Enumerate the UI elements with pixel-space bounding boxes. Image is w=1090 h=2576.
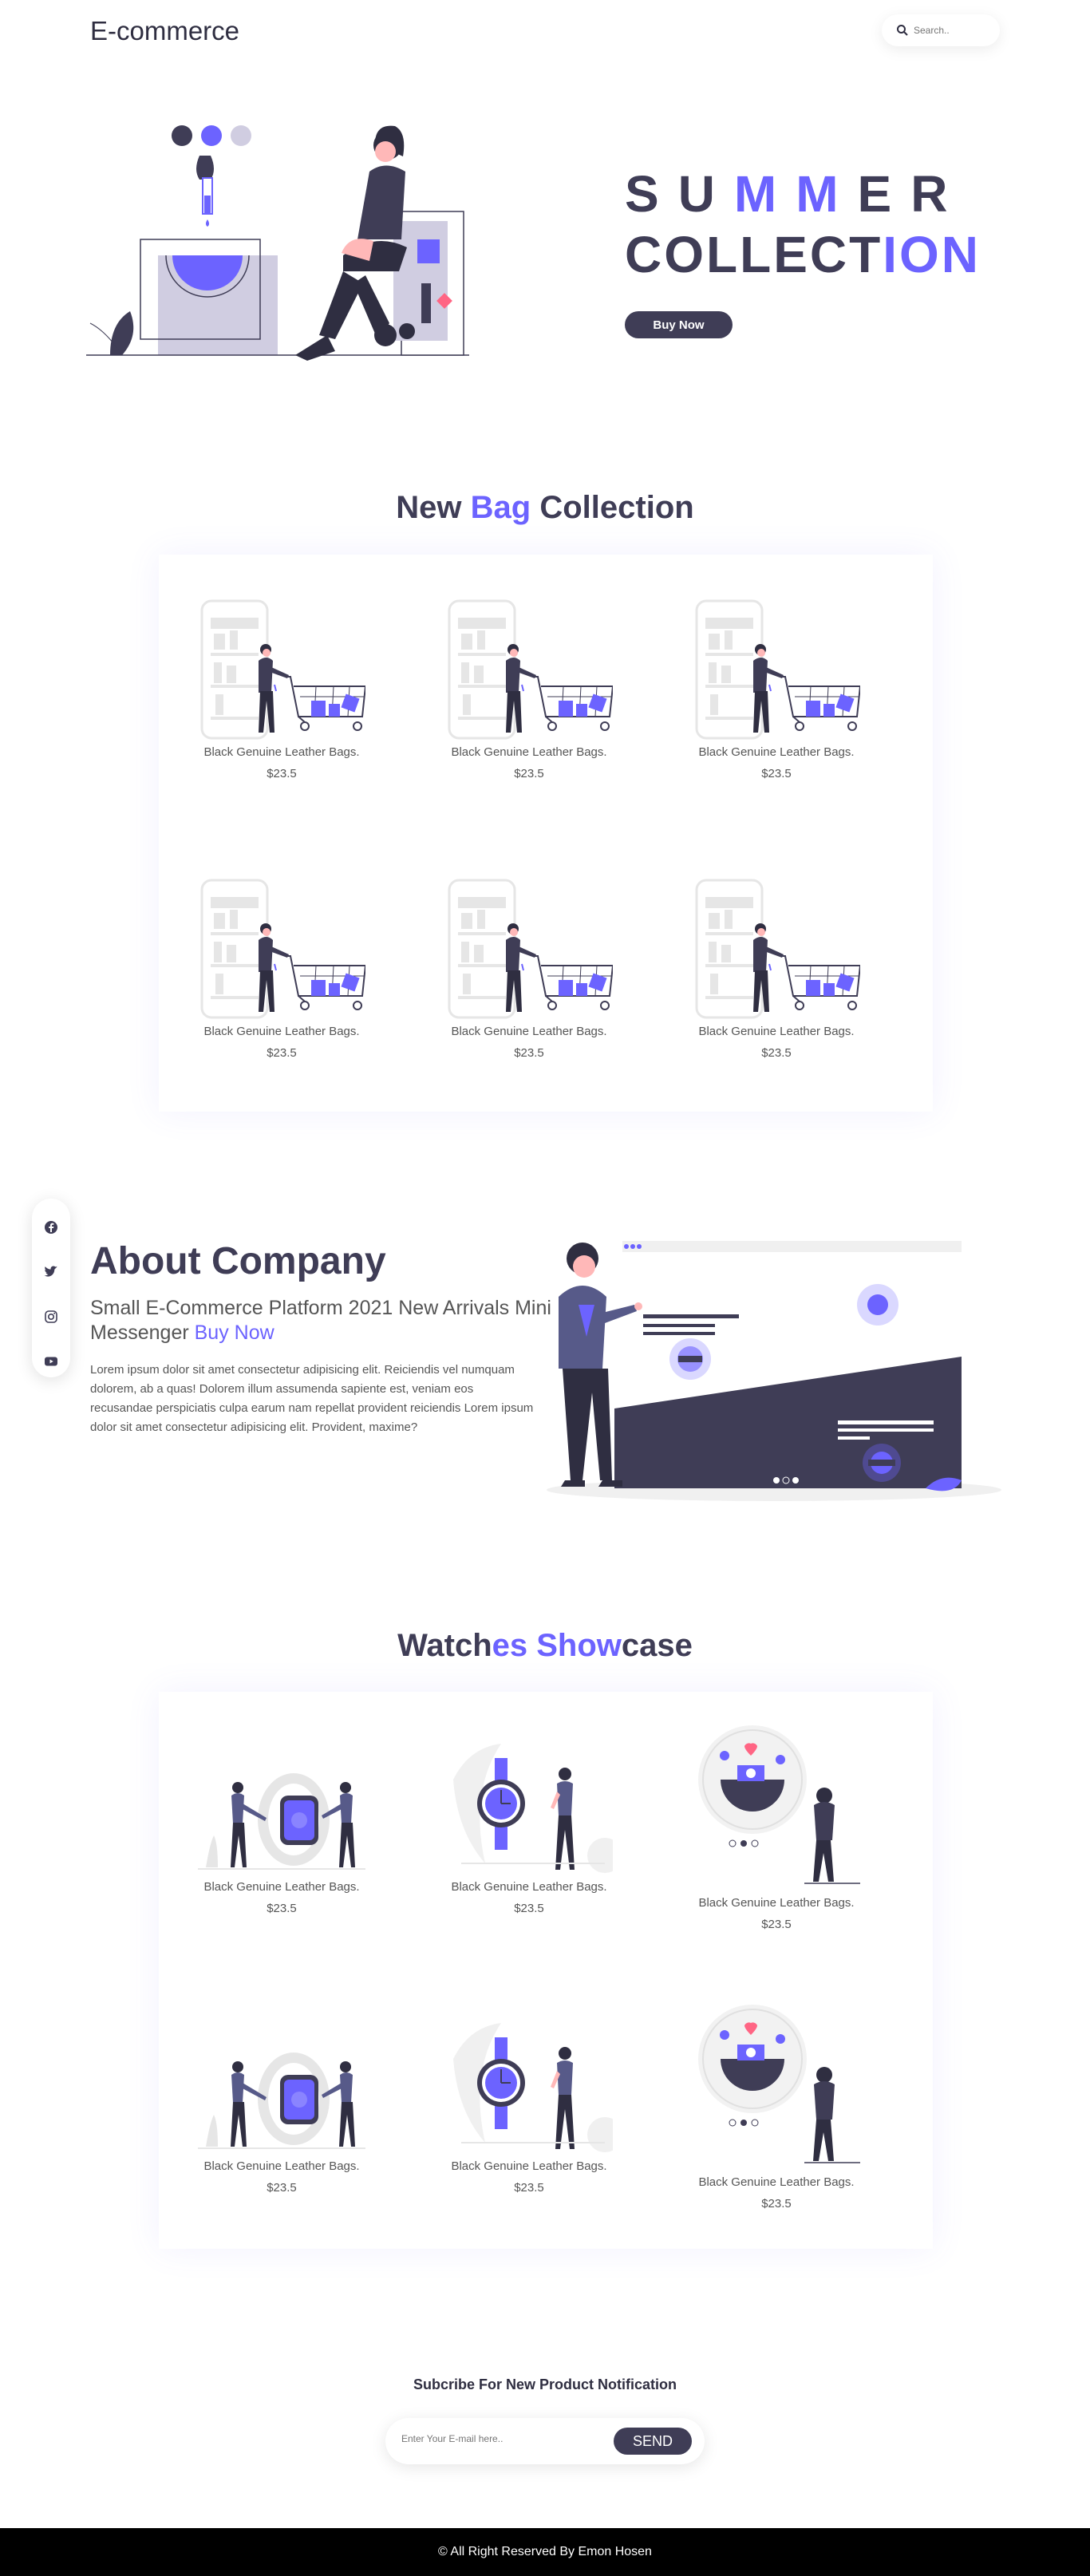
product-price: $23.5 [761, 767, 792, 780]
product-card[interactable]: Black Genuine Leather Bags. $23.5 [186, 876, 377, 1060]
product-card[interactable]: Black Genuine Leather Bags. $23.5 [681, 1724, 872, 1931]
product-price: $23.5 [514, 767, 544, 780]
product-card[interactable]: Black Genuine Leather Bags. $23.5 [433, 876, 625, 1060]
product-card[interactable]: Black Genuine Leather Bags. $23.5 [681, 876, 872, 1060]
product-card[interactable]: Black Genuine Leather Bags. $23.5 [186, 2051, 377, 2195]
wristwatch-illustration [453, 1744, 613, 1873]
watches-showcase-title: Watches Showcase [0, 1628, 1090, 1664]
product-price: $23.5 [761, 2197, 792, 2211]
product-price: $23.5 [514, 1046, 544, 1060]
about-illustration [547, 1241, 1001, 1501]
about-subtitle-text: Small E-Commerce Platform 2021 New Arriv… [90, 1297, 551, 1344]
footer-text: © All Right Reserved By Emon Hosen [438, 2545, 652, 2558]
title-part: Watch [397, 1628, 492, 1663]
header: E-commerce [0, 0, 1090, 64]
product-name: Black Genuine Leather Bags. [698, 1896, 855, 1910]
product-name: Black Genuine Leather Bags. [451, 2159, 607, 2173]
search-input[interactable] [914, 25, 993, 36]
product-name: Black Genuine Leather Bags. [451, 1025, 607, 1038]
product-card[interactable]: Black Genuine Leather Bags. $23.5 [433, 2015, 625, 2195]
watch-products-panel: Black Genuine Leather Bags. $23.5 Black G… [159, 1692, 933, 2249]
product-card[interactable]: Black Genuine Leather Bags. $23.5 [433, 1736, 625, 1915]
product-name: Black Genuine Leather Bags. [203, 1025, 360, 1038]
product-card[interactable]: Black Genuine Leather Bags. $23.5 [681, 2003, 872, 2211]
product-name: Black Genuine Leather Bags. [451, 745, 607, 759]
hero-title-accent: ION [883, 226, 981, 283]
product-name: Black Genuine Leather Bags. [698, 745, 855, 759]
youtube-icon[interactable] [43, 1353, 59, 1369]
watch-shopping-illustration [698, 2005, 860, 2163]
title-part: Collection [531, 490, 694, 525]
product-name: Black Genuine Leather Bags. [451, 1880, 607, 1894]
product-name: Black Genuine Leather Bags. [698, 2175, 855, 2189]
shopping-cart-illustration [695, 879, 860, 1019]
bag-products-panel: Black Genuine Leather Bags. $23.5 Black G… [159, 555, 933, 1112]
smartwatch-illustration [198, 2053, 365, 2149]
product-name: Black Genuine Leather Bags. [203, 745, 360, 759]
product-price: $23.5 [514, 2181, 544, 2195]
facebook-icon[interactable] [43, 1219, 59, 1235]
product-price: $23.5 [267, 1046, 297, 1060]
twitter-icon[interactable] [43, 1263, 59, 1279]
shopping-cart-illustration [200, 879, 365, 1019]
bag-collection-title: New Bag Collection [0, 490, 1090, 526]
product-price: $23.5 [761, 1918, 792, 1931]
wristwatch-illustration [453, 2023, 613, 2152]
product-price: $23.5 [761, 1046, 792, 1060]
product-card[interactable]: Black Genuine Leather Bags. $23.5 [186, 597, 377, 780]
shopping-cart-illustration [695, 599, 860, 740]
watch-shopping-illustration [698, 1725, 860, 1884]
hero-title-part: ER [857, 165, 967, 223]
social-sidebar [32, 1199, 70, 1377]
product-price: $23.5 [267, 1902, 297, 1915]
title-accent: Bag [470, 490, 531, 525]
product-card[interactable]: Black Genuine Leather Bags. $23.5 [186, 1772, 377, 1915]
subscribe-form: SEND [385, 2418, 705, 2464]
title-part: case [621, 1628, 693, 1663]
product-price: $23.5 [267, 2181, 297, 2195]
product-name: Black Genuine Leather Bags. [698, 1025, 855, 1038]
site-logo[interactable]: E-commerce [90, 16, 239, 46]
hero-title: SUMMER COLLECTION [625, 164, 981, 285]
product-price: $23.5 [267, 767, 297, 780]
title-part: New [396, 490, 471, 525]
about-buy-now-link[interactable]: Buy Now [195, 1322, 274, 1344]
about-title: About Company [90, 1240, 386, 1282]
about-subtitle: Small E-Commerce Platform 2021 New Arriv… [90, 1296, 553, 1345]
product-card[interactable]: Black Genuine Leather Bags. $23.5 [433, 597, 625, 780]
search-box[interactable] [882, 14, 1000, 46]
search-icon [897, 25, 908, 36]
subscribe-title: Subcribe For New Product Notification [413, 2376, 677, 2392]
footer: © All Right Reserved By Emon Hosen [0, 2528, 1090, 2576]
hero-title-accent: MM [733, 165, 858, 223]
hero-illustration [86, 125, 469, 361]
email-input[interactable] [401, 2433, 593, 2444]
buy-now-button[interactable]: Buy Now [625, 311, 733, 338]
shopping-cart-illustration [448, 879, 613, 1019]
product-name: Black Genuine Leather Bags. [203, 2159, 360, 2173]
send-button[interactable]: SEND [614, 2428, 692, 2455]
shopping-cart-illustration [200, 599, 365, 740]
product-price: $23.5 [514, 1902, 544, 1915]
product-card[interactable]: Black Genuine Leather Bags. $23.5 [681, 597, 872, 780]
shopping-cart-illustration [448, 599, 613, 740]
title-accent: es Show [492, 1628, 622, 1663]
hero-title-part: COLLECT [625, 226, 883, 283]
product-name: Black Genuine Leather Bags. [203, 1880, 360, 1894]
hero-title-part: SU [625, 165, 734, 223]
smartwatch-illustration [198, 1773, 365, 1870]
instagram-icon[interactable] [43, 1309, 59, 1325]
about-text: Lorem ipsum dolor sit amet consectetur a… [90, 1363, 534, 1434]
